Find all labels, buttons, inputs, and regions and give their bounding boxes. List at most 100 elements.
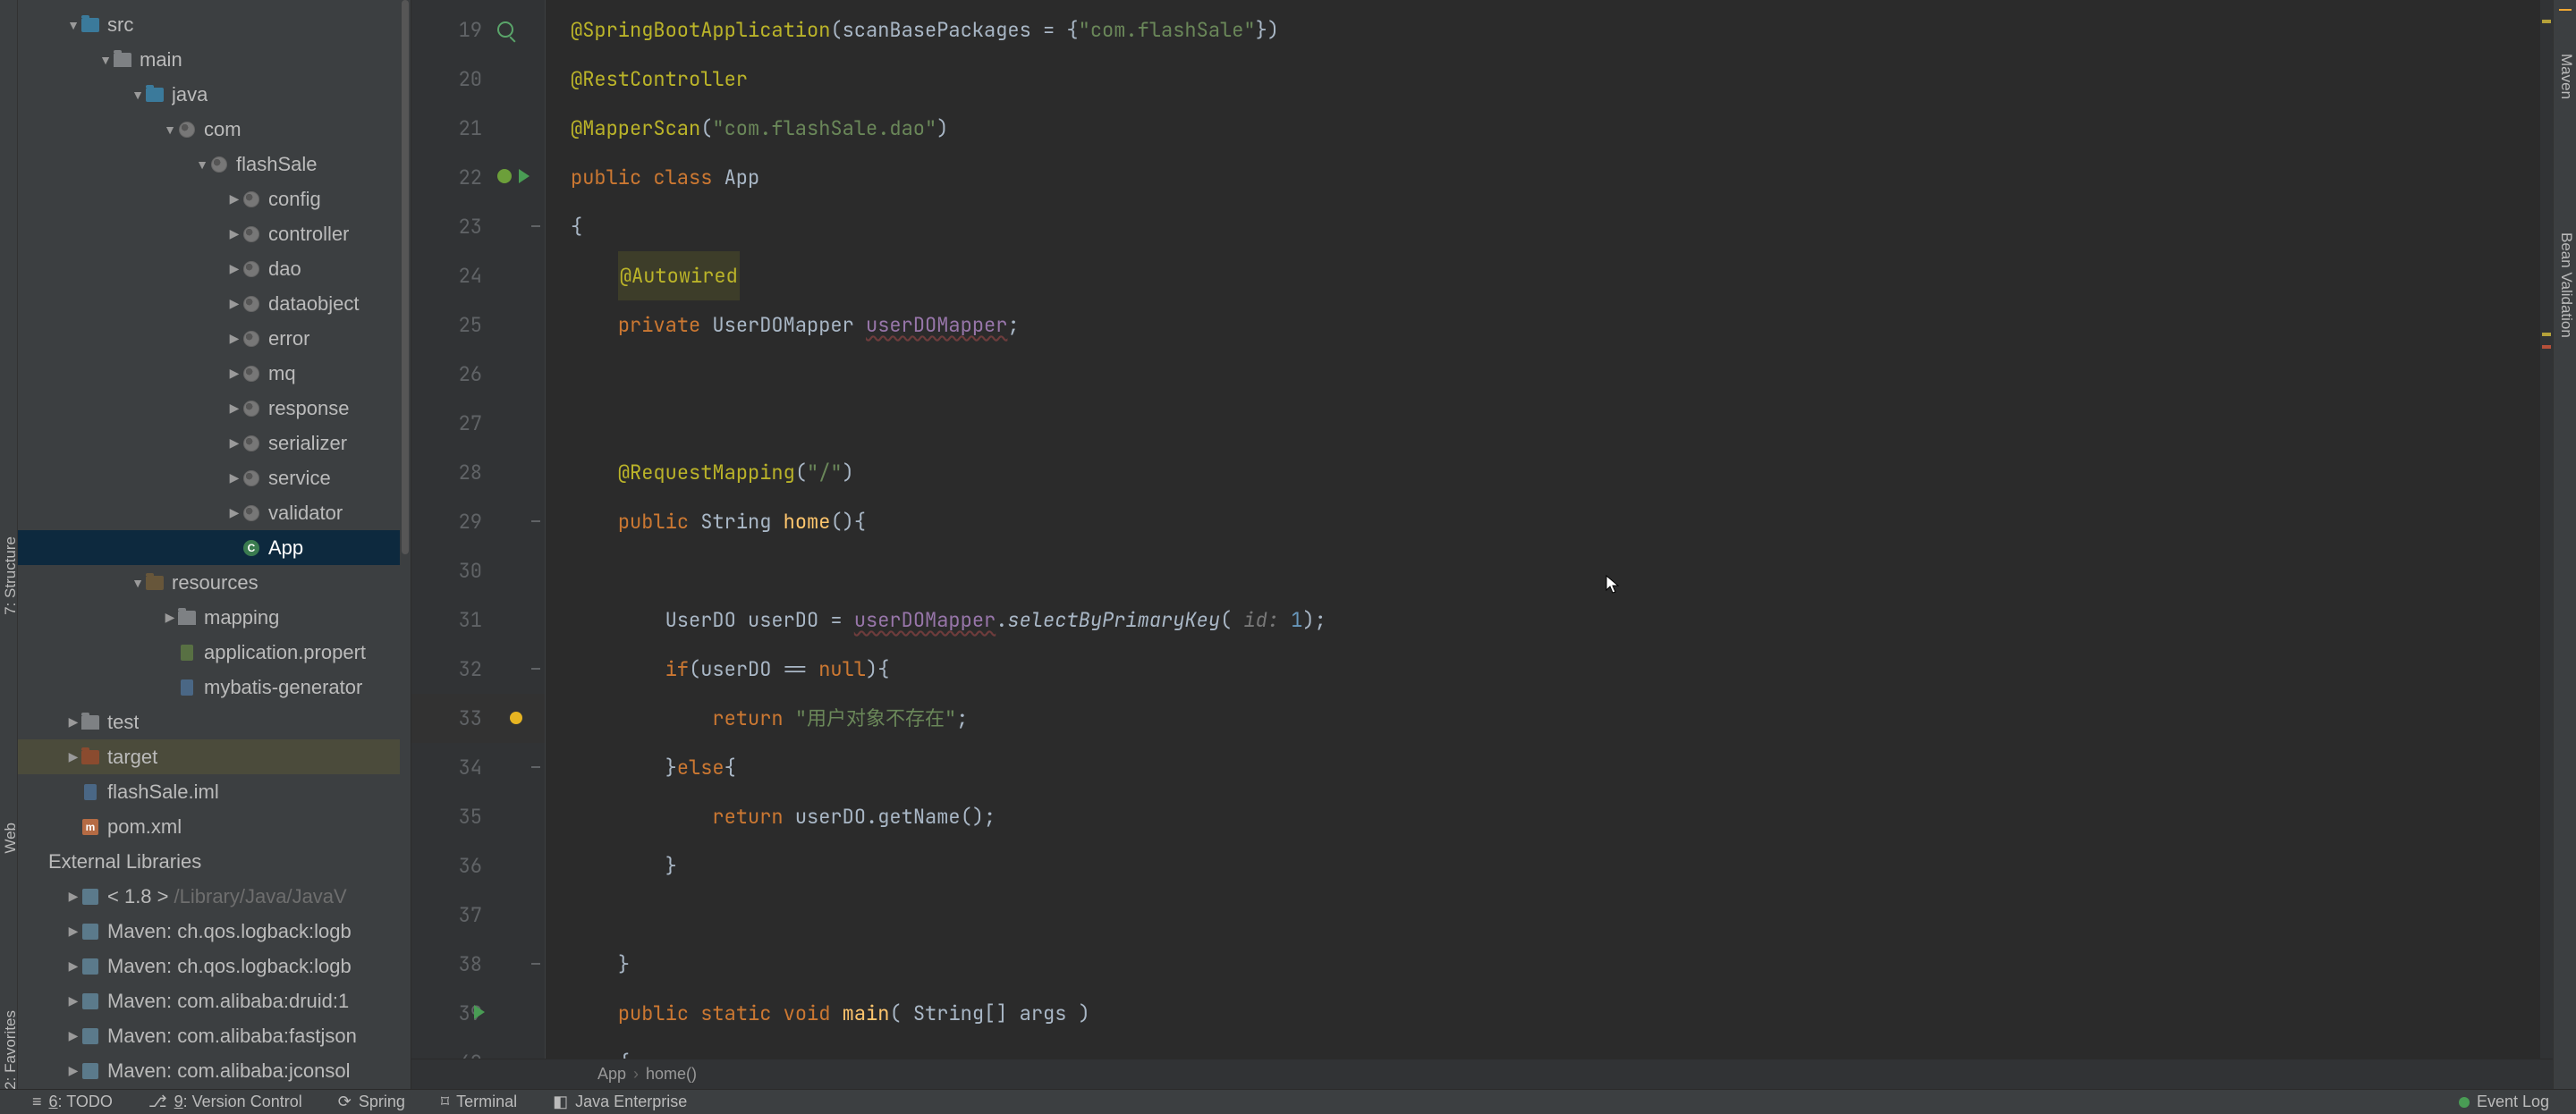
tree-row-mapping[interactable]: ▶mapping <box>18 600 400 635</box>
tree-scrollbar[interactable] <box>400 0 411 1100</box>
code-line-23[interactable]: { <box>571 202 2535 251</box>
gutter-line-32[interactable]: 32 <box>411 645 545 694</box>
tool-bean-validation[interactable]: Bean Validation <box>2557 232 2575 338</box>
code-line-30[interactable] <box>571 546 2535 595</box>
intention-bulb-icon[interactable] <box>510 712 522 724</box>
expand-arrow-right-icon[interactable]: ▶ <box>227 261 242 276</box>
minimize-icon[interactable] <box>2559 9 2572 11</box>
tree-row-external-libraries[interactable]: External Libraries <box>18 844 400 879</box>
tree-row-error[interactable]: ▶error <box>18 321 400 356</box>
tool-terminal[interactable]: ⌑ Terminal <box>441 1093 517 1111</box>
tree-row-src[interactable]: ▼src <box>18 7 400 42</box>
expand-arrow-right-icon[interactable]: ▶ <box>227 226 242 241</box>
project-tree[interactable]: ▼src▼main▼java▼com▼flashSale▶config▶cont… <box>18 7 400 1088</box>
tree-row-serializer[interactable]: ▶serializer <box>18 426 400 460</box>
gutter-line-20[interactable]: 20 <box>411 55 545 104</box>
tool-web[interactable]: Web <box>2 823 20 854</box>
expand-arrow-right-icon[interactable]: ▶ <box>66 714 80 730</box>
code-line-38[interactable]: } <box>571 940 2535 989</box>
gutter-line-33[interactable]: 33 <box>411 694 545 743</box>
fold-mark-icon[interactable] <box>531 520 540 522</box>
code-line-32[interactable]: if(userDO == null){ <box>571 645 2535 694</box>
tree-row-controller[interactable]: ▶controller <box>18 216 400 251</box>
code-line-37[interactable] <box>571 890 2535 940</box>
code-line-19[interactable]: @SpringBootApplication(scanBasePackages … <box>571 5 2535 55</box>
gutter-line-27[interactable]: 27 <box>411 399 545 448</box>
gutter-line-26[interactable]: 26 <box>411 350 545 399</box>
fold-mark-icon[interactable] <box>531 225 540 227</box>
expand-arrow-right-icon[interactable]: ▶ <box>163 610 177 625</box>
expand-arrow-right-icon[interactable]: ▶ <box>227 470 242 485</box>
tree-row-maven-com-alibaba-jconsol[interactable]: ▶Maven: com.alibaba:jconsol <box>18 1053 400 1088</box>
tree-row-com[interactable]: ▼com <box>18 112 400 147</box>
code-line-26[interactable] <box>571 350 2535 399</box>
gutter-line-21[interactable]: 21 <box>411 104 545 153</box>
code-line-28[interactable]: @RequestMapping("/") <box>571 448 2535 497</box>
crumb-method[interactable]: home() <box>639 1065 704 1084</box>
expand-arrow-down-icon[interactable]: ▼ <box>131 88 145 102</box>
expand-arrow-right-icon[interactable]: ▶ <box>227 401 242 416</box>
code-line-25[interactable]: private UserDOMapper userDOMapper; <box>571 300 2535 350</box>
gutter-line-38[interactable]: 38 <box>411 940 545 989</box>
tree-row-app[interactable]: CApp <box>18 530 400 565</box>
expand-arrow-right-icon[interactable]: ▶ <box>66 1063 80 1078</box>
tree-scrollbar-thumb[interactable] <box>402 0 409 554</box>
tool-spring[interactable]: ⟳ Spring <box>338 1093 405 1111</box>
editor-code[interactable]: @SpringBootApplication(scanBasePackages … <box>546 0 2553 1068</box>
tree-row-validator[interactable]: ▶validator <box>18 495 400 530</box>
tree-row-flashsale[interactable]: ▼flashSale <box>18 147 400 181</box>
expand-arrow-right-icon[interactable]: ▶ <box>227 296 242 311</box>
fold-mark-icon[interactable] <box>531 963 540 965</box>
tree-row-test[interactable]: ▶test <box>18 705 400 739</box>
code-line-34[interactable]: }else{ <box>571 743 2535 792</box>
usages-icon[interactable] <box>497 21 513 38</box>
expand-arrow-right-icon[interactable]: ▶ <box>66 958 80 974</box>
tree-row--1-8-[interactable]: ▶< 1.8 >/Library/Java/JavaV <box>18 879 400 914</box>
expand-arrow-right-icon[interactable]: ▶ <box>66 993 80 1009</box>
code-line-39[interactable]: public static void main( String[] args ) <box>571 989 2535 1038</box>
expand-arrow-down-icon[interactable]: ▼ <box>66 18 80 32</box>
tree-row-java[interactable]: ▼java <box>18 77 400 112</box>
code-line-24[interactable]: @Autowired <box>571 251 2535 300</box>
expand-arrow-right-icon[interactable]: ▶ <box>227 435 242 451</box>
run-icon[interactable] <box>474 1005 485 1019</box>
gutter-line-34[interactable]: 34 <box>411 743 545 792</box>
gutter-line-19[interactable]: 19 <box>411 5 545 55</box>
expand-arrow-right-icon[interactable]: ▶ <box>66 889 80 904</box>
code-line-31[interactable]: UserDO userDO = userDOMapper.selectByPri… <box>571 595 2535 645</box>
fold-mark-icon[interactable] <box>531 766 540 768</box>
tree-row-target[interactable]: ▶target <box>18 739 400 774</box>
tool-java-enterprise[interactable]: ◧ Java Enterprise <box>553 1093 687 1111</box>
code-line-21[interactable]: @MapperScan("com.flashSale.dao") <box>571 104 2535 153</box>
tool-maven[interactable]: Maven <box>2557 54 2575 99</box>
gutter-line-36[interactable]: 36 <box>411 841 545 890</box>
tool-version-control[interactable]: ⎇ 9: Version Control <box>148 1093 302 1111</box>
expand-arrow-right-icon[interactable]: ▶ <box>227 331 242 346</box>
tool-structure[interactable]: 7: Structure <box>2 536 20 615</box>
expand-arrow-right-icon[interactable]: ▶ <box>227 366 242 381</box>
tree-row-maven-com-alibaba-druid-1[interactable]: ▶Maven: com.alibaba:druid:1 <box>18 983 400 1018</box>
tree-row-service[interactable]: ▶service <box>18 460 400 495</box>
expand-arrow-right-icon[interactable]: ▶ <box>227 191 242 207</box>
expand-arrow-down-icon[interactable]: ▼ <box>98 53 113 67</box>
gutter-line-29[interactable]: 29 <box>411 497 545 546</box>
tree-row-mybatis-generator[interactable]: mybatis-generator <box>18 670 400 705</box>
gutter-line-24[interactable]: 24 <box>411 251 545 300</box>
code-line-33[interactable]: return "用户对象不存在"; <box>571 694 2535 743</box>
code-line-36[interactable]: } <box>571 841 2535 890</box>
gutter-line-37[interactable]: 37 <box>411 890 545 940</box>
code-line-35[interactable]: return userDO.getName(); <box>571 792 2535 841</box>
code-line-29[interactable]: public String home(){ <box>571 497 2535 546</box>
tree-row-pom-xml[interactable]: mpom.xml <box>18 809 400 844</box>
event-log[interactable]: Event Log <box>2459 1093 2549 1111</box>
gutter-line-35[interactable]: 35 <box>411 792 545 841</box>
editor-gutter[interactable]: 1920212223242526272829303132333435363738… <box>411 0 546 1068</box>
editor-error-stripe[interactable] <box>2540 0 2553 1068</box>
code-line-27[interactable] <box>571 399 2535 448</box>
expand-arrow-right-icon[interactable]: ▶ <box>66 749 80 764</box>
expand-arrow-right-icon[interactable]: ▶ <box>227 505 242 520</box>
tree-row-config[interactable]: ▶config <box>18 181 400 216</box>
tree-row-flashsale-iml[interactable]: flashSale.iml <box>18 774 400 809</box>
gutter-line-23[interactable]: 23 <box>411 202 545 251</box>
gutter-line-28[interactable]: 28 <box>411 448 545 497</box>
